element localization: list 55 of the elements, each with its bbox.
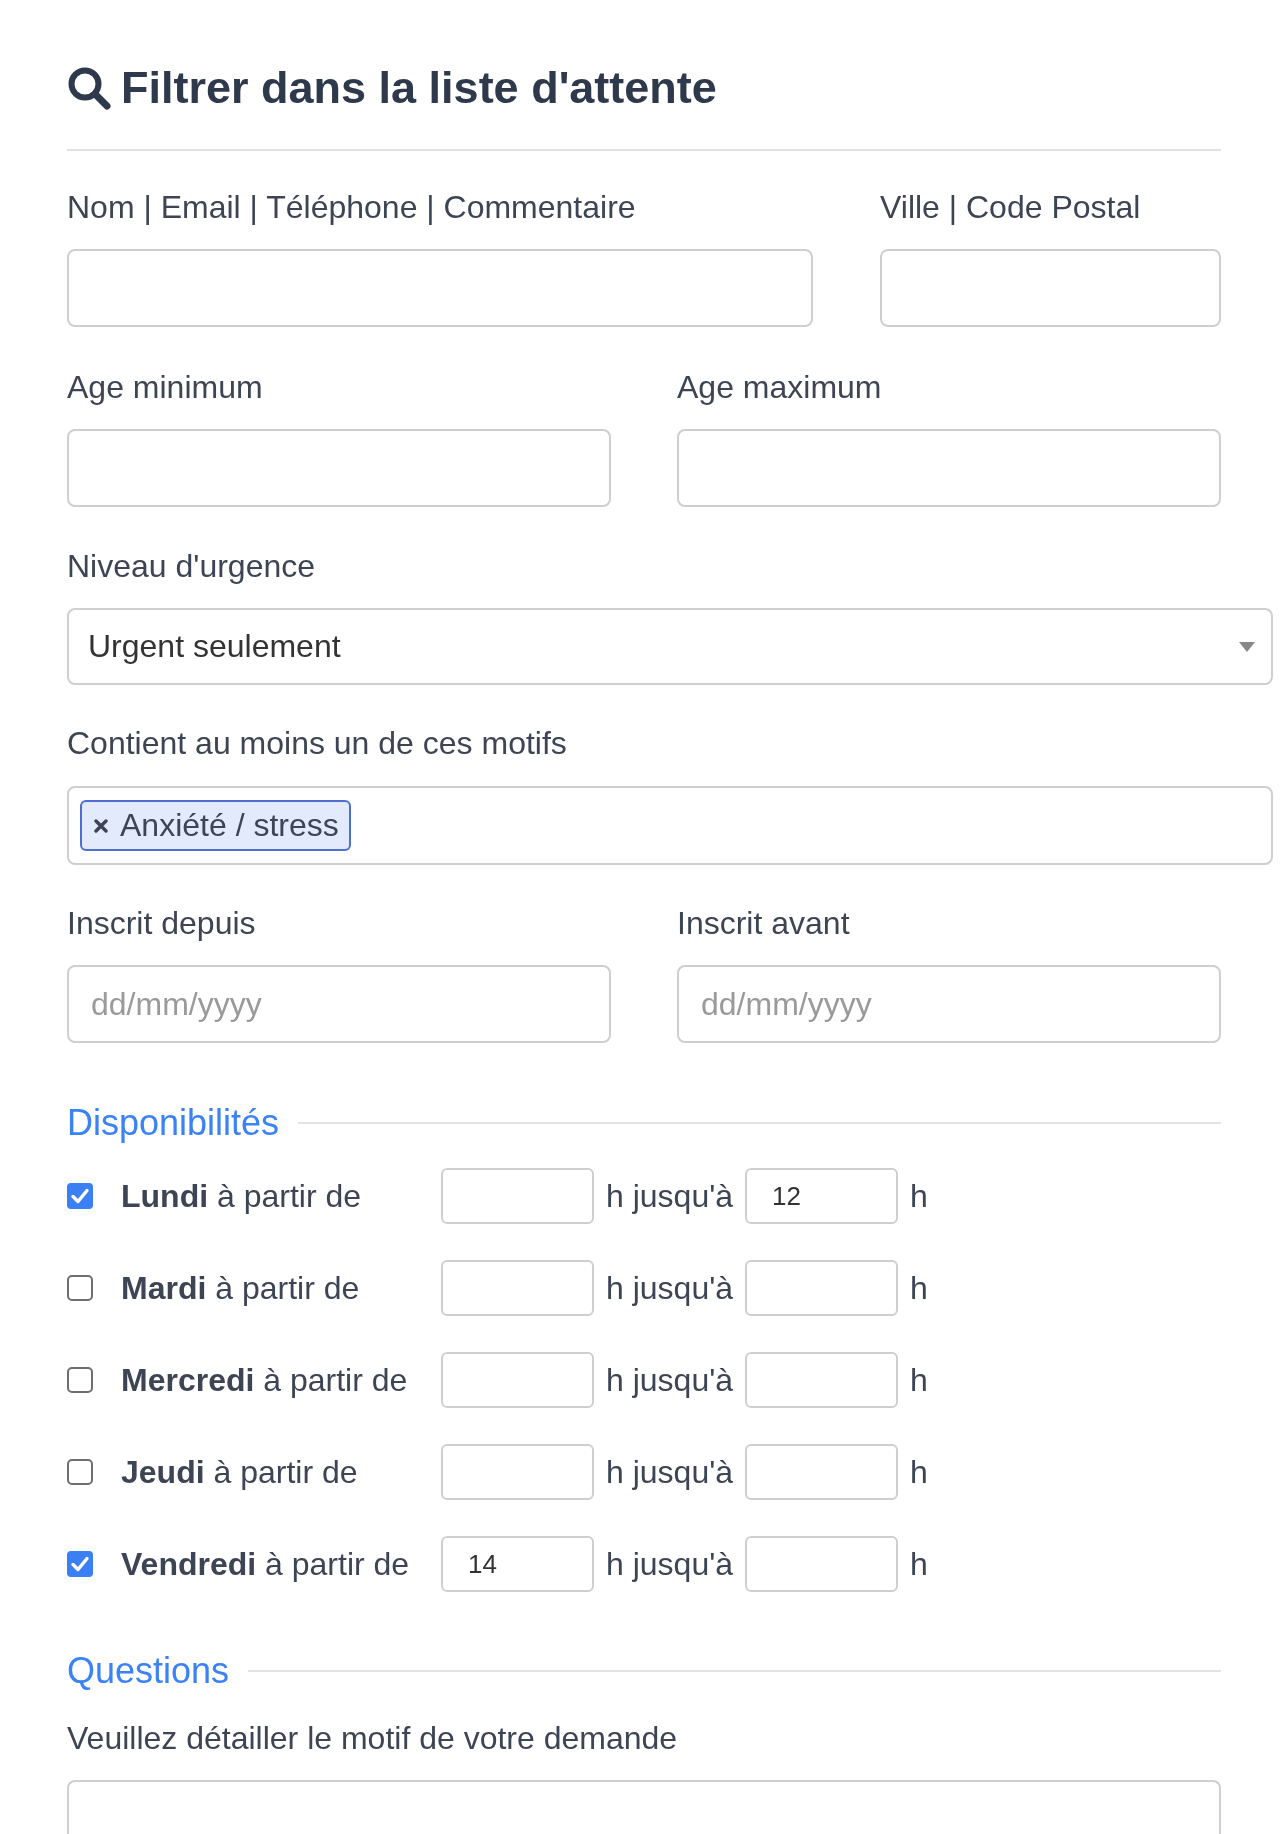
until-label: h jusqu'à: [606, 1546, 734, 1582]
start-hour-field[interactable]: 14: [441, 1536, 594, 1592]
caret-icon: [1239, 641, 1255, 652]
city-field[interactable]: [880, 249, 1221, 327]
section-title: Disponibilités: [67, 1104, 280, 1142]
field-label: Age maximum: [677, 369, 883, 405]
day-label: Jeudi à partir de: [121, 1454, 359, 1490]
max-age-field[interactable]: [677, 429, 1221, 507]
start-hour-field[interactable]: [441, 1168, 594, 1224]
field-label: Veuillez détailler le motif de votre demande: [67, 1720, 679, 1756]
start-hour-field[interactable]: [441, 1260, 594, 1316]
field-label: Inscrit depuis: [67, 905, 257, 941]
hour-unit-label: h: [910, 1270, 928, 1306]
min-age-field[interactable]: [67, 429, 611, 507]
text-area[interactable]: [67, 1780, 1221, 1834]
date-field[interactable]: dd/mm/yyyy: [677, 965, 1221, 1043]
hour-unit-label: h: [910, 1454, 928, 1490]
start-hour-field[interactable]: [441, 1444, 594, 1500]
day-label: Mardi à partir de: [121, 1270, 361, 1306]
urgency-select[interactable]: Urgent seulement: [67, 608, 1273, 685]
field-label: Nom | Email | Téléphone | Commentaire: [67, 189, 637, 225]
field-label: Age minimum: [67, 369, 264, 405]
section-title: Questions: [67, 1652, 230, 1690]
day-label: Lundi à partir de: [121, 1178, 363, 1214]
search-field[interactable]: [67, 249, 813, 327]
field-label: Ville | Code Postal: [880, 189, 1142, 225]
checkbox[interactable]: [67, 1459, 93, 1485]
checkbox[interactable]: [67, 1275, 93, 1301]
until-label: h jusqu'à: [606, 1362, 734, 1398]
field-label: Contient au moins un de ces motifs: [67, 725, 568, 761]
end-hour-field[interactable]: [745, 1444, 899, 1500]
field-label: Inscrit avant: [677, 905, 851, 941]
hour-unit-label: h: [910, 1546, 928, 1582]
tag-label: Anxiété / stress: [120, 807, 339, 844]
search-icon: [67, 66, 111, 110]
close-icon[interactable]: [94, 818, 108, 833]
until-label: h jusqu'à: [606, 1270, 734, 1306]
hour-unit-label: h: [910, 1362, 928, 1398]
end-hour-field[interactable]: 12: [745, 1168, 899, 1224]
motif-select-field[interactable]: Anxiété / stress: [67, 786, 1273, 865]
day-label: Mercredi à partir de: [121, 1362, 409, 1398]
checkbox[interactable]: [67, 1367, 93, 1393]
day-label: Vendredi à partir de: [121, 1546, 411, 1582]
end-hour-field[interactable]: [745, 1260, 899, 1316]
checkbox[interactable]: [67, 1551, 93, 1577]
start-hour-field[interactable]: [441, 1352, 594, 1408]
until-label: h jusqu'à: [606, 1454, 734, 1490]
field-label: Niveau d'urgence: [67, 548, 317, 584]
date-field[interactable]: dd/mm/yyyy: [67, 965, 611, 1043]
end-hour-field[interactable]: [745, 1536, 899, 1592]
end-hour-field[interactable]: [745, 1352, 899, 1408]
until-label: h jusqu'à: [606, 1178, 734, 1214]
hour-unit-label: h: [910, 1178, 928, 1214]
checkbox[interactable]: [67, 1183, 93, 1209]
page-title: Filtrer dans la liste d'attente: [121, 64, 717, 112]
